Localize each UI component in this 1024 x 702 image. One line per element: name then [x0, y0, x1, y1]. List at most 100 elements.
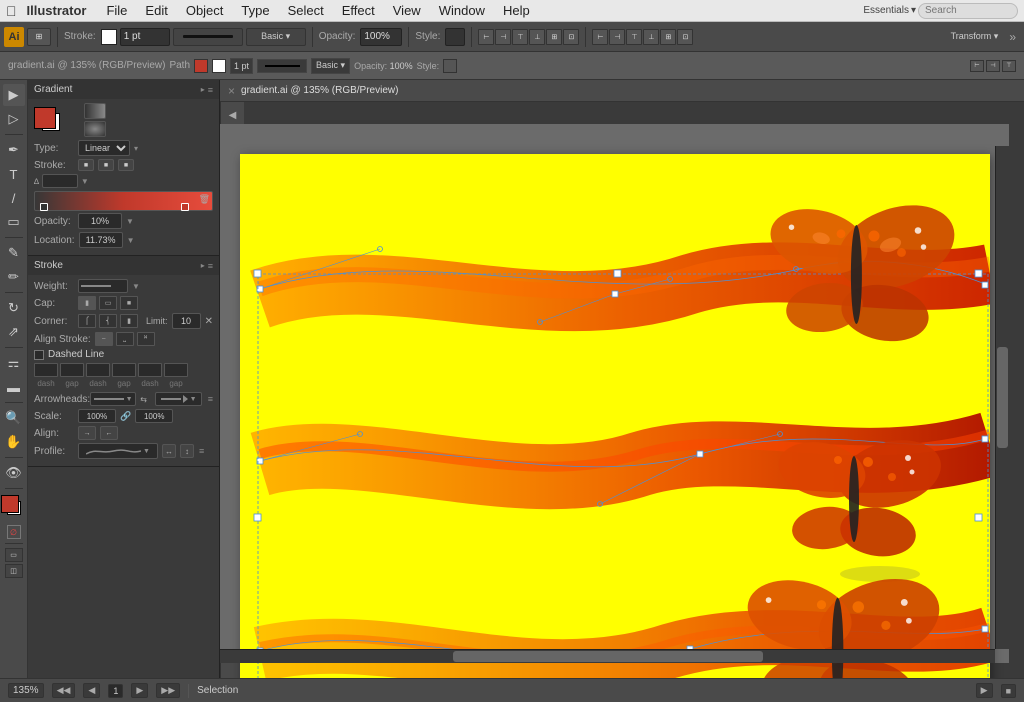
path-style-swatch[interactable]	[443, 59, 457, 73]
gradient-stop-1[interactable]	[40, 203, 48, 211]
status-play-btn[interactable]: ▶	[976, 683, 993, 698]
rect-tool[interactable]: ▭	[3, 211, 25, 233]
menu-help[interactable]: Help	[495, 1, 538, 20]
gradient-tool[interactable]: ▬	[3, 376, 25, 398]
pen-tool[interactable]: ✒	[3, 139, 25, 161]
nav-prev-btn[interactable]: ◀◀	[52, 683, 76, 698]
dist-btn-5[interactable]: ⊞	[660, 29, 676, 45]
path-stroke-weight[interactable]: 1 pt	[230, 58, 253, 74]
opacity-input[interactable]: 100%	[360, 28, 402, 46]
page-number[interactable]: 1	[108, 684, 123, 698]
align-btn-2[interactable]: ⊣	[495, 29, 511, 45]
menu-select[interactable]: Select	[280, 1, 332, 20]
align-btn-5[interactable]: ⊞	[546, 29, 562, 45]
menu-file[interactable]: File	[98, 1, 135, 20]
align-btn-stroke-1[interactable]: →	[78, 426, 96, 440]
arrowhead-swap-icon[interactable]: ⇆	[140, 392, 151, 406]
right-tool-1[interactable]: ◀	[224, 106, 242, 124]
path-profile[interactable]: Basic ▾	[311, 58, 350, 74]
weight-dropdown-icon[interactable]: ▼	[132, 282, 140, 291]
arrowhead-start-select[interactable]: ▼	[90, 392, 136, 406]
stroke-section-menu-icon[interactable]: ≡	[208, 261, 213, 271]
angle-input-box[interactable]	[42, 174, 78, 188]
style-input[interactable]	[445, 28, 465, 46]
nav-fwd-btn[interactable]: ▶	[131, 683, 148, 698]
h-scrollbar-thumb[interactable]	[453, 651, 763, 662]
status-stop-btn[interactable]: ■	[1001, 684, 1016, 698]
opacity-input-box[interactable]: 10%	[78, 213, 122, 229]
stroke-width-input[interactable]: 1 pt	[120, 28, 170, 46]
opacity-dropdown[interactable]: ▼	[126, 217, 134, 226]
path-align-1[interactable]: ⊢	[970, 60, 984, 72]
eyedropper-tool[interactable]: 👁	[3, 462, 25, 484]
profile-overflow-icon[interactable]: ≡	[199, 446, 204, 456]
stroke-color-swatch[interactable]	[101, 29, 117, 45]
profile-select[interactable]: ▼	[78, 443, 158, 459]
cap-butt[interactable]: ▮	[78, 296, 96, 310]
scale-tool[interactable]: ⇗	[3, 321, 25, 343]
type-tool[interactable]: T	[3, 163, 25, 185]
gap-1[interactable]	[60, 363, 84, 377]
menu-window[interactable]: Window	[431, 1, 493, 20]
gap-3[interactable]	[164, 363, 188, 377]
align-btn-6[interactable]: ⊡	[563, 29, 579, 45]
type-select[interactable]: Linear Radial	[78, 140, 130, 156]
toolbar-overflow-btn[interactable]: »	[1005, 30, 1020, 44]
limit-close-icon[interactable]: ✕	[205, 316, 213, 327]
gradient-icon-radial[interactable]	[84, 121, 106, 137]
pencil-tool[interactable]: ✏	[3, 266, 25, 288]
zoom-level-input[interactable]: 135%	[8, 683, 44, 698]
toolbar-view-options[interactable]: ⊞	[27, 28, 51, 46]
arrowhead-end-select[interactable]: ▼	[155, 392, 201, 406]
blend-tool[interactable]: ⚎	[3, 352, 25, 374]
dist-btn-1[interactable]: ⊢	[592, 29, 608, 45]
direct-selection-tool[interactable]: ▷	[3, 108, 25, 130]
stroke-icon-1[interactable]: ■	[78, 159, 94, 171]
selection-tool[interactable]: ▶	[3, 84, 25, 106]
stroke-icon-3[interactable]: ■	[118, 159, 134, 171]
hand-tool[interactable]: ✋	[3, 431, 25, 453]
limit-input[interactable]: 10	[172, 313, 201, 329]
path-stroke-swatch[interactable]	[212, 59, 226, 73]
dist-btn-6[interactable]: ⊡	[677, 29, 693, 45]
gradient-header[interactable]: Gradient ▸ ≡	[28, 80, 219, 99]
weight-input[interactable]	[78, 279, 128, 293]
profile-flip-h[interactable]: ↔	[162, 444, 176, 458]
menu-view[interactable]: View	[385, 1, 429, 20]
zoom-tool[interactable]: 🔍	[3, 407, 25, 429]
dist-btn-4[interactable]: ⊥	[643, 29, 659, 45]
stroke-profile-selector[interactable]: Basic ▾	[246, 28, 306, 46]
rotate-tool[interactable]: ↻	[3, 297, 25, 319]
horizontal-scrollbar[interactable]	[220, 649, 995, 663]
none-icon[interactable]: ∅	[7, 525, 21, 539]
canvas-tab-name[interactable]: gradient.ai @ 135% (RGB/Preview)	[241, 85, 398, 96]
path-stroke-style[interactable]	[257, 59, 307, 73]
location-input-box[interactable]: 11.73%	[79, 232, 123, 248]
paintbrush-tool[interactable]: ✎	[3, 242, 25, 264]
gradient-slider[interactable]: 🗑	[34, 191, 213, 211]
vertical-scrollbar[interactable]	[995, 146, 1009, 649]
close-icon[interactable]: ×	[228, 84, 235, 98]
gradient-delete-icon[interactable]: 🗑	[199, 194, 210, 205]
corner-round[interactable]: ⎨	[99, 314, 117, 328]
foreground-swatch[interactable]	[34, 107, 56, 129]
corner-bevel[interactable]: ▮	[120, 314, 138, 328]
search-input[interactable]	[918, 3, 1018, 19]
dash-2[interactable]	[86, 363, 110, 377]
profile-flip-v[interactable]: ↕	[180, 444, 194, 458]
line-tool[interactable]: /	[3, 187, 25, 209]
gradient-icon-linear[interactable]	[84, 103, 106, 119]
menu-effect[interactable]: Effect	[334, 1, 383, 20]
cap-round[interactable]: ▭	[99, 296, 117, 310]
angle-dropdown-icon[interactable]: ▼	[81, 177, 89, 186]
path-align-3[interactable]: ⊤	[1002, 60, 1016, 72]
align-inside[interactable]: ⎵	[116, 332, 134, 346]
dash-3[interactable]	[138, 363, 162, 377]
dashed-checkbox[interactable]	[34, 350, 44, 360]
nav-back-btn[interactable]: ◀	[83, 683, 100, 698]
scale-icon[interactable]: 🔗	[120, 411, 131, 422]
stroke-style-selector[interactable]	[173, 28, 243, 46]
drawing-mode-normal[interactable]: ▭	[5, 548, 23, 562]
nav-last-btn[interactable]: ▶▶	[156, 683, 180, 698]
align-outside[interactable]: ⎶	[137, 332, 155, 346]
